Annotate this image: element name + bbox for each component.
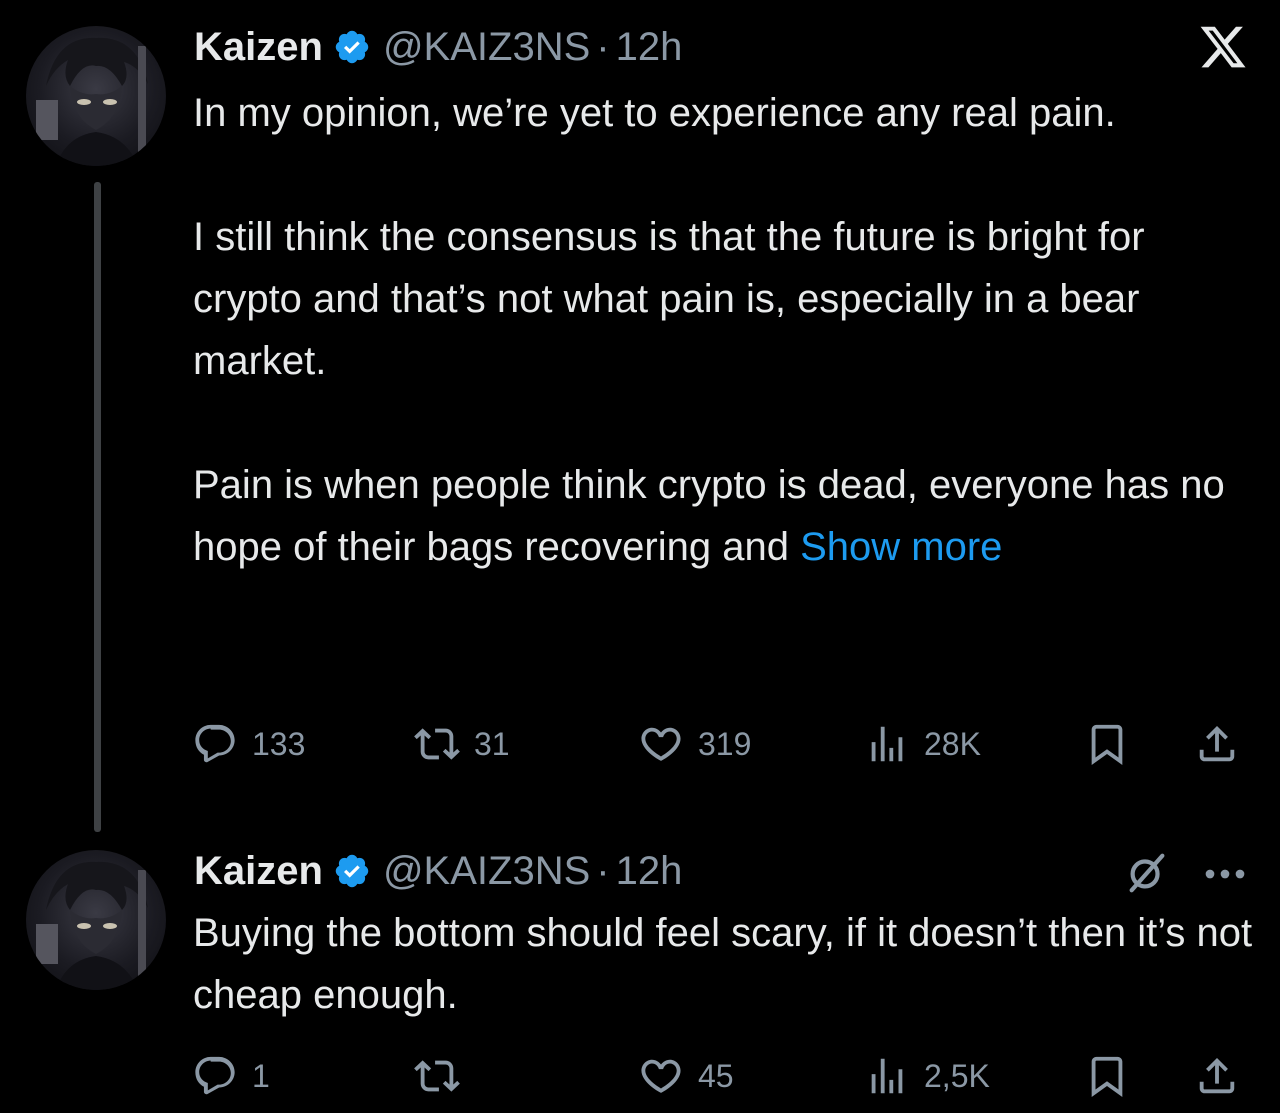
heart-icon [641, 1059, 681, 1093]
tweet[interactable]: Kaizen @KAIZ3NS · 12h In my opinion, we’… [0, 0, 1280, 832]
like-count: 319 [698, 725, 752, 762]
heart-icon [641, 727, 681, 761]
action-bar: 1 45 2,5K [192, 1046, 1252, 1106]
bookmark-icon [1091, 724, 1123, 765]
grok-icon[interactable] [1124, 850, 1170, 896]
reply-count: 133 [252, 725, 306, 762]
show-more-link[interactable]: Show more [800, 525, 1002, 569]
retweet-count: 31 [474, 725, 510, 762]
tweet-header: Kaizen @KAIZ3NS · 12h [194, 22, 682, 72]
reply-icon [195, 724, 235, 763]
avatar[interactable] [26, 26, 166, 166]
bookmark-icon [1091, 1056, 1123, 1097]
bookmark-button[interactable] [1084, 1046, 1130, 1106]
retweet-icon [414, 728, 460, 760]
tweet-paragraph: In my opinion, we’re yet to experience a… [193, 91, 1116, 135]
display-name[interactable]: Kaizen [194, 25, 323, 70]
more-options-icon[interactable] [1200, 854, 1250, 894]
views-count: 2,5K [924, 1057, 990, 1094]
handle[interactable]: @KAIZ3NS [383, 849, 590, 894]
tweet-text: Buying the bottom should feel scary, if … [193, 902, 1253, 1026]
like-button[interactable]: 319 [638, 714, 751, 774]
tweet-paragraph: Pain is when people think crypto is dead… [193, 454, 1253, 578]
views-chart-icon [871, 1058, 903, 1094]
tweet-text: In my opinion, we’re yet to experience a… [193, 82, 1253, 578]
handle[interactable]: @KAIZ3NS [383, 25, 590, 70]
share-icon [1199, 725, 1235, 762]
retweet-icon [414, 1060, 460, 1092]
views-chart-icon [871, 726, 903, 762]
x-logo-icon [1200, 26, 1246, 68]
like-count: 45 [698, 1057, 734, 1094]
share-icon [1199, 1057, 1235, 1094]
avatar[interactable] [26, 850, 166, 990]
tweet-header: Kaizen @KAIZ3NS · 12h [194, 846, 682, 896]
verified-badge-icon [335, 30, 369, 64]
separator-dot: · [596, 848, 610, 893]
tweet[interactable]: Kaizen @KAIZ3NS · 12h Buying the bottom … [0, 830, 1280, 1113]
display-name[interactable]: Kaizen [194, 849, 323, 894]
tweet-paragraph-text: Pain is when people think crypto is dead… [193, 463, 1225, 569]
views-button[interactable]: 2,5K [864, 1046, 990, 1106]
tweet-paragraph: Buying the bottom should feel scary, if … [193, 911, 1253, 1017]
share-button[interactable] [1194, 1046, 1240, 1106]
like-button[interactable]: 45 [638, 1046, 734, 1106]
verified-badge-icon [335, 854, 369, 888]
share-button[interactable] [1194, 714, 1240, 774]
action-bar: 133 31 319 28K [192, 714, 1252, 774]
reply-button[interactable]: 1 [192, 1046, 270, 1106]
views-button[interactable]: 28K [864, 714, 981, 774]
timestamp[interactable]: 12h [616, 25, 683, 70]
retweet-button[interactable] [414, 1046, 474, 1106]
separator-dot: · [596, 24, 610, 69]
bookmark-button[interactable] [1084, 714, 1130, 774]
reply-button[interactable]: 133 [192, 714, 305, 774]
reply-icon [195, 1056, 235, 1095]
thread-line [94, 182, 101, 832]
reply-count: 1 [252, 1057, 270, 1094]
views-count: 28K [924, 725, 981, 762]
timestamp[interactable]: 12h [616, 849, 683, 894]
tweet-paragraph: I still think the consensus is that the … [193, 215, 1145, 383]
retweet-button[interactable]: 31 [414, 714, 510, 774]
